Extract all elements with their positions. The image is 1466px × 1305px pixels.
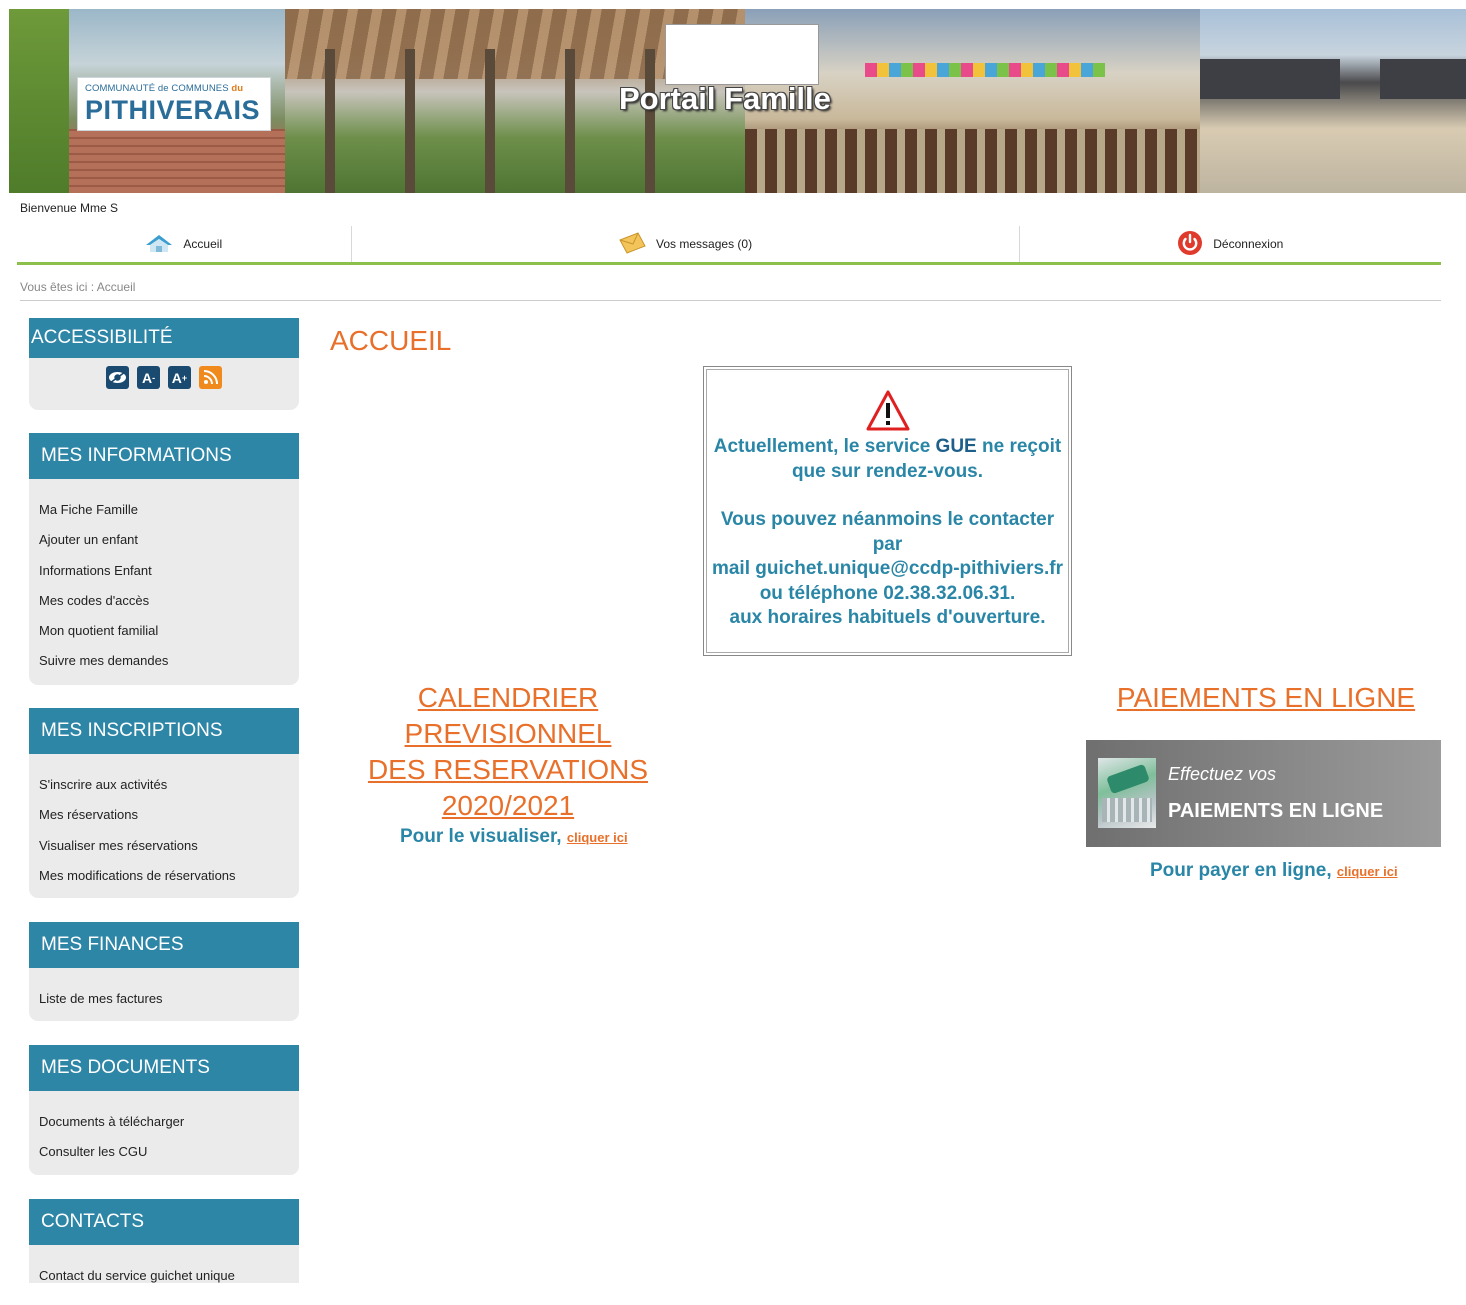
nav-accueil-label: Accueil (183, 237, 223, 251)
link-modifications-reservations[interactable]: Mes modifications de réservations (39, 861, 299, 891)
contacts-block: CONTACTS Contact du service guichet uniq… (29, 1199, 299, 1283)
notice-box: Actuellement, le service GUE ne reçoit q… (703, 366, 1072, 656)
finances-block: MES FINANCES Liste de mes factures (29, 922, 299, 1021)
notice-text: Actuellement, le service GUE ne reçoit q… (704, 435, 1071, 631)
nav-accueil[interactable]: Accueil (17, 226, 351, 262)
breadcrumb-divider (20, 300, 1441, 301)
page-title: ACCUEIL (330, 325, 452, 356)
font-decrease-label: A (141, 369, 153, 386)
payments-cta-text: Pour payer en ligne, (1150, 860, 1332, 881)
nav-messages-label: Vos messages (0) (656, 237, 753, 251)
link-contact-guichet[interactable]: Contact du service guichet unique (39, 1261, 299, 1291)
site-logo[interactable]: COMMUNAUTÉ de COMMUNES du PITHIVERAIS (77, 77, 271, 131)
card-payment-icon (1098, 758, 1156, 828)
notice-line2: que sur rendez-vous. (791, 460, 984, 482)
redacted-area (665, 24, 819, 85)
accessibility-title: ACCESSIBILITÉ (29, 318, 299, 358)
link-documents-telecharger[interactable]: Documents à télécharger (39, 1107, 299, 1137)
calendar-cta: Pour le visualiser, cliquer ici (400, 826, 628, 848)
finances-title: MES FINANCES (29, 922, 299, 968)
documents-block: MES DOCUMENTS Documents à télécharger Co… (29, 1045, 299, 1175)
calendar-title-line3: 2020/2021 (441, 790, 575, 821)
contrast-eye-icon[interactable] (106, 366, 129, 389)
portal-title: Portail Famille (619, 81, 831, 116)
notice-service-name: GUE (935, 436, 977, 457)
banner-photo-school (1200, 9, 1466, 193)
logo-subtitle-du: du (231, 83, 244, 94)
payments-cta: Pour payer en ligne, cliquer ici (1150, 860, 1398, 882)
contacts-title: CONTACTS (29, 1199, 299, 1245)
link-quotient-familial[interactable]: Mon quotient familial (39, 616, 299, 646)
notice-line1: Actuellement, le service (713, 436, 931, 457)
payments-title-link[interactable]: PAIEMENTS EN LIGNE (1096, 680, 1436, 716)
breadcrumb: Vous êtes ici : Accueil (20, 280, 136, 294)
link-consulter-cgu[interactable]: Consulter les CGU (39, 1137, 299, 1167)
documents-title: MES DOCUMENTS (29, 1045, 299, 1091)
notice-line5: ou téléphone 02.38.32.06.31. (759, 582, 1016, 604)
nav-deconnexion-label: Déconnexion (1213, 237, 1284, 251)
link-suivre-demandes[interactable]: Suivre mes demandes (39, 646, 299, 676)
header-banner: COMMUNAUTÉ de COMMUNES du PITHIVERAIS Po… (9, 9, 1466, 193)
informations-block: MES INFORMATIONS Ma Fiche Famille Ajoute… (29, 433, 299, 685)
link-fiche-famille[interactable]: Ma Fiche Famille (39, 495, 299, 525)
logo-subtitle: COMMUNAUTÉ de COMMUNES (85, 83, 229, 94)
accessibility-block: ACCESSIBILITÉ A- A + (29, 318, 299, 410)
envelope-icon (618, 231, 646, 257)
font-increase-icon[interactable]: A + (168, 366, 191, 389)
welcome-text: Bienvenue Mme S (20, 201, 119, 215)
link-liste-factures[interactable]: Liste de mes factures (39, 984, 299, 1014)
informations-title: MES INFORMATIONS (29, 433, 299, 479)
calendar-cliquer-ici-link[interactable]: cliquer ici (567, 830, 628, 845)
home-icon (145, 233, 173, 256)
main-nav: Accueil Vos messages (0) Déconnexion (17, 226, 1441, 265)
payments-cliquer-ici-link[interactable]: cliquer ici (1337, 864, 1398, 879)
calendar-title-line2: DES RESERVATIONS (367, 754, 649, 785)
payments-banner-line1: Effectuez vos (1168, 764, 1277, 784)
font-decrease-icon[interactable]: A- (137, 366, 160, 389)
logo-name: PITHIVERAIS (85, 95, 261, 125)
link-codes-acces[interactable]: Mes codes d'accès (39, 586, 299, 616)
inscriptions-title: MES INSCRIPTIONS (29, 708, 299, 754)
link-informations-enfant[interactable]: Informations Enfant (39, 556, 299, 586)
inscriptions-block: MES INSCRIPTIONS S'inscrire aux activité… (29, 708, 299, 898)
notice-line6: aux horaires habituels d'ouverture. (729, 607, 1046, 628)
nav-messages[interactable]: Vos messages (0) (350, 226, 1019, 262)
nav-deconnexion[interactable]: Déconnexion (1018, 226, 1441, 262)
power-icon (1177, 230, 1203, 259)
link-mes-reservations[interactable]: Mes réservations (39, 800, 299, 830)
link-ajouter-enfant[interactable]: Ajouter un enfant (39, 525, 299, 555)
notice-line3: Vous pouvez néanmoins le contacter par (720, 509, 1055, 555)
link-inscrire-activites[interactable]: S'inscrire aux activités (39, 770, 299, 800)
link-visualiser-reservations[interactable]: Visualiser mes réservations (39, 831, 299, 861)
notice-line4: mail guichet.unique@ccdp-pithiviers.fr (711, 558, 1064, 579)
rss-icon[interactable] (199, 366, 222, 389)
notice-line1-end: ne reçoit (982, 436, 1062, 457)
calendar-title-link[interactable]: CALENDRIER PREVISIONNEL DES RESERVATIONS… (320, 680, 696, 824)
font-increase-label: A (171, 369, 182, 386)
payments-banner[interactable]: Effectuez vos PAIEMENTS EN LIGNE (1086, 740, 1441, 847)
warning-icon (866, 389, 910, 433)
calendar-title-line1: CALENDRIER PREVISIONNEL (404, 682, 612, 749)
payments-banner-line2: PAIEMENTS EN LIGNE (1168, 800, 1384, 822)
calendar-cta-text: Pour le visualiser, (400, 826, 562, 847)
